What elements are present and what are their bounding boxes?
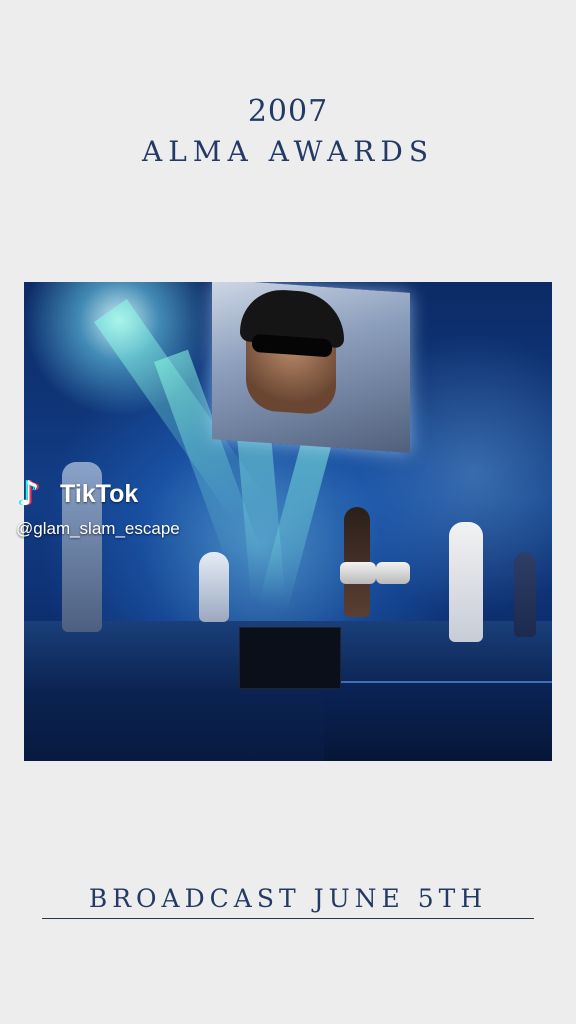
- header: 2007 ALMA AWARDS: [0, 92, 576, 170]
- event-title: ALMA AWARDS: [141, 135, 434, 168]
- event-year: 2007: [247, 94, 329, 129]
- video-screen: [212, 282, 410, 453]
- watermark-handle: @glam_slam_escape: [16, 519, 180, 538]
- performer: [199, 552, 229, 622]
- watermark-brand: TikTok: [60, 480, 139, 508]
- drum: [376, 562, 410, 584]
- broadcast-caption: BROADCAST JUNE 5TH: [88, 884, 488, 913]
- tiktok-logo-icon: ♪: [18, 474, 40, 514]
- stage-speaker: [239, 627, 341, 689]
- footer-divider: [42, 918, 534, 919]
- stage-step: [324, 681, 552, 761]
- performer: [449, 522, 483, 642]
- drum: [340, 562, 376, 584]
- performer: [514, 552, 536, 637]
